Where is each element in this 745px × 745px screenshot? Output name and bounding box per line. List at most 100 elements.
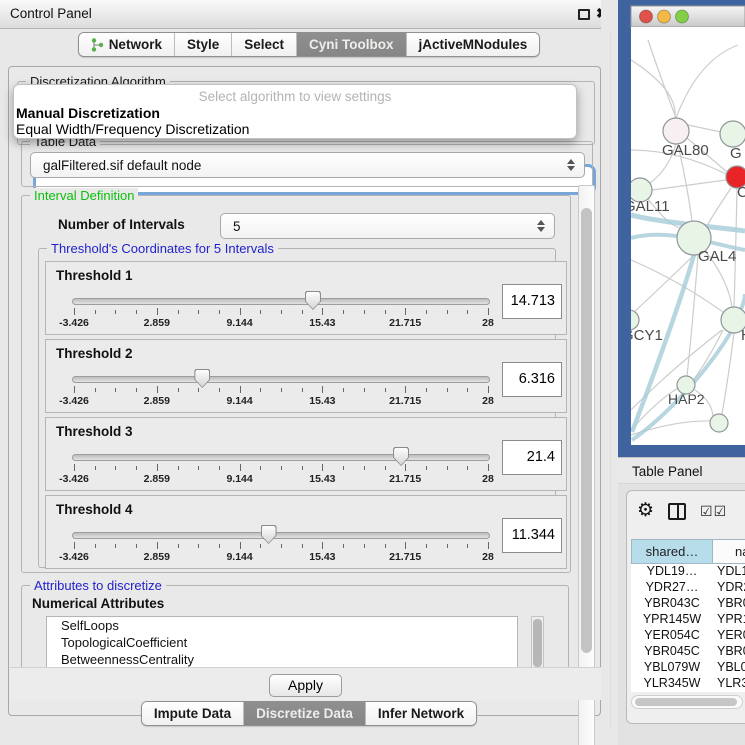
column-header-name[interactable]: na (713, 539, 745, 564)
table-cell: YPR1 (713, 612, 745, 628)
gal80-node[interactable] (663, 118, 689, 144)
table-data-combo[interactable]: galFiltered.sif default node (30, 152, 585, 178)
tab-cyni-toolbox[interactable]: Cyni Toolbox (297, 33, 407, 56)
columns-icon[interactable] (668, 503, 686, 520)
threshold-slider[interactable]: -3.4262.8599.14415.4321.71528 (72, 496, 490, 570)
float-window-icon[interactable] (578, 9, 590, 20)
tick (219, 466, 220, 470)
threshold-rows: Threshold 1 -3.4262.8599.14415.4321.7152… (39, 261, 557, 567)
tick-label: 21.715 (389, 551, 421, 563)
tick (198, 310, 199, 314)
threshold-value-field[interactable]: 6.316 (502, 362, 562, 397)
table-cell: YBR045C (631, 644, 713, 660)
tick (136, 310, 137, 314)
tab-select[interactable]: Select (232, 33, 297, 56)
tick (405, 542, 406, 549)
slider-track[interactable] (72, 532, 490, 539)
tick (302, 466, 303, 470)
attribute-item[interactable]: SelfLoops (47, 617, 517, 634)
table-row[interactable]: YBL079WYBL0 (631, 660, 745, 676)
table-cell: YDR27… (631, 580, 713, 596)
algorithm-dropdown-popup: Select algorithm to view settings Manual… (13, 84, 577, 139)
close-traffic-light[interactable] (640, 10, 653, 23)
tick (447, 310, 448, 314)
tick (426, 466, 427, 470)
network-view-window[interactable]: GAL80GCGAL11GAL4GCY1HHAP2 (618, 0, 745, 457)
popup-item-manual-discretization[interactable]: Manual Discretization (16, 105, 160, 121)
slider-track[interactable] (72, 454, 490, 461)
panel-vertical-scrollbar[interactable] (578, 185, 595, 745)
threshold-row: Threshold 1 -3.4262.8599.14415.4321.7152… (45, 261, 567, 335)
threshold-row: Threshold 2 -3.4262.8599.14415.4321.7152… (45, 339, 567, 413)
tab-impute-data[interactable]: Impute Data (142, 702, 244, 725)
num-intervals-combo[interactable]: 5 (220, 213, 555, 239)
table-row[interactable]: YDL19…YDL1 (631, 564, 745, 580)
tab-infer-network[interactable]: Infer Network (366, 702, 476, 725)
tick (385, 466, 386, 470)
tab-network[interactable]: Network (79, 33, 175, 56)
tab-label: Infer Network (378, 706, 464, 721)
tick-label: 21.715 (389, 473, 421, 485)
table-cell: YER0 (713, 628, 745, 644)
table-rows[interactable]: YDL19…YDL1YDR27…YDR2YBR043CYBR0YPR145WYP… (631, 564, 745, 692)
tick (364, 388, 365, 392)
tick (260, 310, 261, 314)
table-horizontal-scrollbar[interactable] (631, 695, 743, 709)
threshold-slider[interactable]: -3.4262.8599.14415.4321.71528 (72, 418, 490, 492)
tick (302, 310, 303, 314)
tick-label: 2.859 (144, 473, 170, 485)
bottom-node[interactable] (710, 414, 728, 432)
tick (115, 466, 116, 470)
threshold-value-field[interactable]: 14.713 (502, 284, 562, 319)
tab-style[interactable]: Style (175, 33, 232, 56)
table-cell: YER054C (631, 628, 713, 644)
tick (467, 544, 468, 548)
attribute-item[interactable]: BetweennessCentrality (47, 651, 517, 668)
threshold-slider[interactable]: -3.4262.8599.14415.4321.71528 (72, 340, 490, 414)
tick (74, 386, 75, 393)
tab-label: Select (244, 37, 284, 52)
threshold-value-field[interactable]: 21.4 (502, 440, 562, 475)
tick (405, 386, 406, 393)
attribute-item[interactable]: TopologicalCoefficient (47, 634, 517, 651)
tick (95, 544, 96, 548)
table-row[interactable]: YBR045CYBR0 (631, 644, 745, 660)
numerical-attributes-list[interactable]: SelfLoopsTopologicalCoefficientBetweenne… (46, 616, 518, 670)
tick (178, 388, 179, 392)
column-header-shared-name[interactable]: shared… (631, 539, 713, 564)
table-panel-toolbar: ⚙ ☑☑ (637, 499, 727, 523)
tick (74, 464, 75, 471)
apply-button[interactable]: Apply (269, 674, 342, 697)
tab-jactivemnodules[interactable]: jActiveMNodules (407, 33, 540, 56)
tick-label: 9.144 (226, 317, 252, 329)
zoom-traffic-light[interactable] (676, 10, 689, 23)
tick (488, 386, 489, 393)
table-row[interactable]: YDR27…YDR2 (631, 580, 745, 596)
table-panel-titlebar: Table Panel (618, 457, 745, 484)
checkbox-checked-icons[interactable]: ☑☑ (700, 503, 727, 520)
tick (467, 310, 468, 314)
tab-label: Network (109, 37, 162, 52)
minimize-traffic-light[interactable] (658, 10, 671, 23)
gear-icon[interactable]: ⚙ (637, 501, 654, 521)
tick-label: 21.715 (389, 317, 421, 329)
table-cell: YDR2 (713, 580, 745, 596)
table-row[interactable]: YER054CYER0 (631, 628, 745, 644)
attributes-list-scrollbar[interactable] (531, 616, 544, 670)
table-row[interactable]: YLR345WYLR3 (631, 676, 745, 692)
table-row[interactable]: YBR043CYBR0 (631, 596, 745, 612)
threshold-value-field[interactable]: 11.344 (502, 518, 562, 553)
tick (198, 544, 199, 548)
thresholds-group: Threshold's Coordinates for 5 Intervals … (38, 248, 556, 568)
tab-discretize-data[interactable]: Discretize Data (244, 702, 366, 725)
table-row[interactable]: YPR145WYPR1 (631, 612, 745, 628)
slider-track[interactable] (72, 376, 490, 383)
popup-item-equal-width[interactable]: Equal Width/Frequency Discretization (16, 121, 249, 137)
gal-top-node[interactable] (720, 121, 745, 147)
threshold-slider[interactable]: -3.4262.8599.14415.4321.71528 (72, 262, 490, 336)
tick (385, 310, 386, 314)
slider-tick-labels: -3.4262.8599.14415.4321.71528 (74, 551, 488, 564)
table-cell: YDL19… (631, 564, 713, 580)
slider-track[interactable] (72, 298, 490, 305)
table-cell: YBL079W (631, 660, 713, 676)
